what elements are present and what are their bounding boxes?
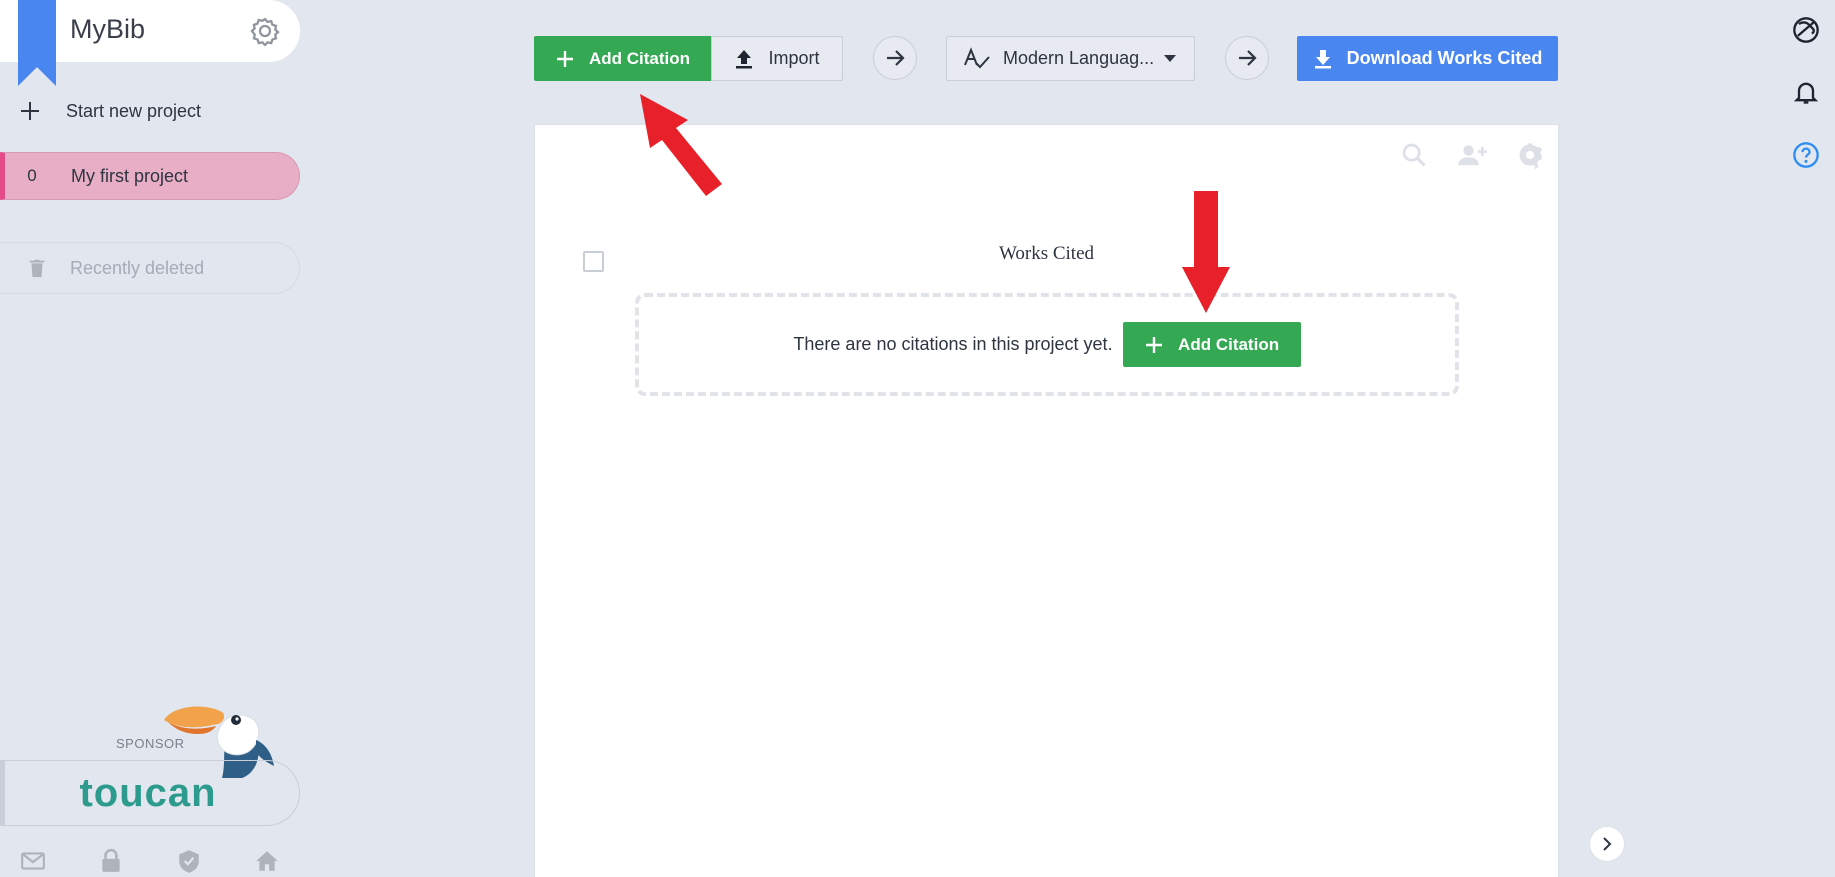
add-citation-inline-button[interactable]: Add Citation	[1122, 322, 1301, 367]
ad-block-icon[interactable]	[1792, 16, 1820, 44]
start-new-project-button[interactable]: Start new project	[18, 96, 278, 126]
expand-panel-button[interactable]	[1589, 826, 1625, 862]
add-citation-button[interactable]: Add Citation	[534, 36, 711, 81]
works-cited-heading: Works Cited	[998, 243, 1095, 264]
project-citation-count: 0	[27, 166, 37, 185]
citation-style-value: Modern Languag...	[1003, 48, 1155, 68]
trash-icon	[29, 259, 45, 278]
next-arrow-button[interactable]	[873, 36, 917, 80]
works-cited-document: Works Cited There are no citations in th…	[534, 124, 1559, 877]
start-new-project-label: Start new project	[66, 100, 202, 121]
home-icon[interactable]	[254, 848, 280, 874]
bell-icon[interactable]	[1792, 78, 1820, 106]
recently-deleted-item[interactable]: Recently deleted	[0, 242, 300, 294]
project-item-my-first-project[interactable]: 0 My first project	[0, 152, 300, 200]
plus-icon	[21, 102, 39, 120]
import-button[interactable]: Import	[711, 36, 843, 81]
toucan-logo: toucan	[79, 770, 217, 815]
help-icon[interactable]	[1792, 141, 1820, 169]
arrow-right-icon	[887, 50, 905, 66]
plus-icon	[1146, 336, 1163, 353]
add-collaborator-icon[interactable]	[1456, 141, 1488, 169]
next-arrow-button-2[interactable]	[1225, 36, 1269, 80]
download-icon	[1314, 49, 1331, 68]
shield-icon[interactable]	[176, 848, 202, 874]
chevron-right-icon	[1603, 837, 1612, 851]
empty-state-message: There are no citations in this project y…	[793, 334, 1113, 354]
bookmark-logo-icon	[18, 0, 56, 86]
mail-icon[interactable]	[20, 848, 46, 874]
empty-state-box: There are no citations in this project y…	[635, 293, 1459, 396]
document-tools	[1400, 141, 1544, 169]
settings-gear-icon[interactable]	[250, 16, 280, 46]
download-label: Download Works Cited	[1346, 48, 1543, 68]
add-citation-label: Add Citation	[588, 48, 691, 68]
citation-style-select[interactable]: Modern Languag...	[946, 36, 1195, 81]
search-icon[interactable]	[1400, 141, 1428, 169]
add-citation-inline-label: Add Citation	[1178, 334, 1280, 354]
download-works-cited-button[interactable]: Download Works Cited	[1297, 36, 1558, 81]
project-name: My first project	[71, 165, 189, 186]
lock-icon[interactable]	[98, 848, 124, 874]
arrow-right-icon	[1239, 50, 1257, 66]
import-label: Import	[768, 48, 820, 68]
document-settings-gear-icon[interactable]	[1516, 141, 1544, 169]
sidebar-footer	[20, 848, 280, 874]
plus-icon	[556, 50, 573, 67]
recently-deleted-label: Recently deleted	[70, 257, 205, 278]
caret-down-icon	[1164, 54, 1177, 62]
sponsor-toucan-card[interactable]: toucan	[0, 760, 300, 826]
upload-icon	[736, 49, 753, 68]
brand-name: MyBib	[70, 14, 146, 44]
spellcheck-icon	[964, 46, 990, 68]
